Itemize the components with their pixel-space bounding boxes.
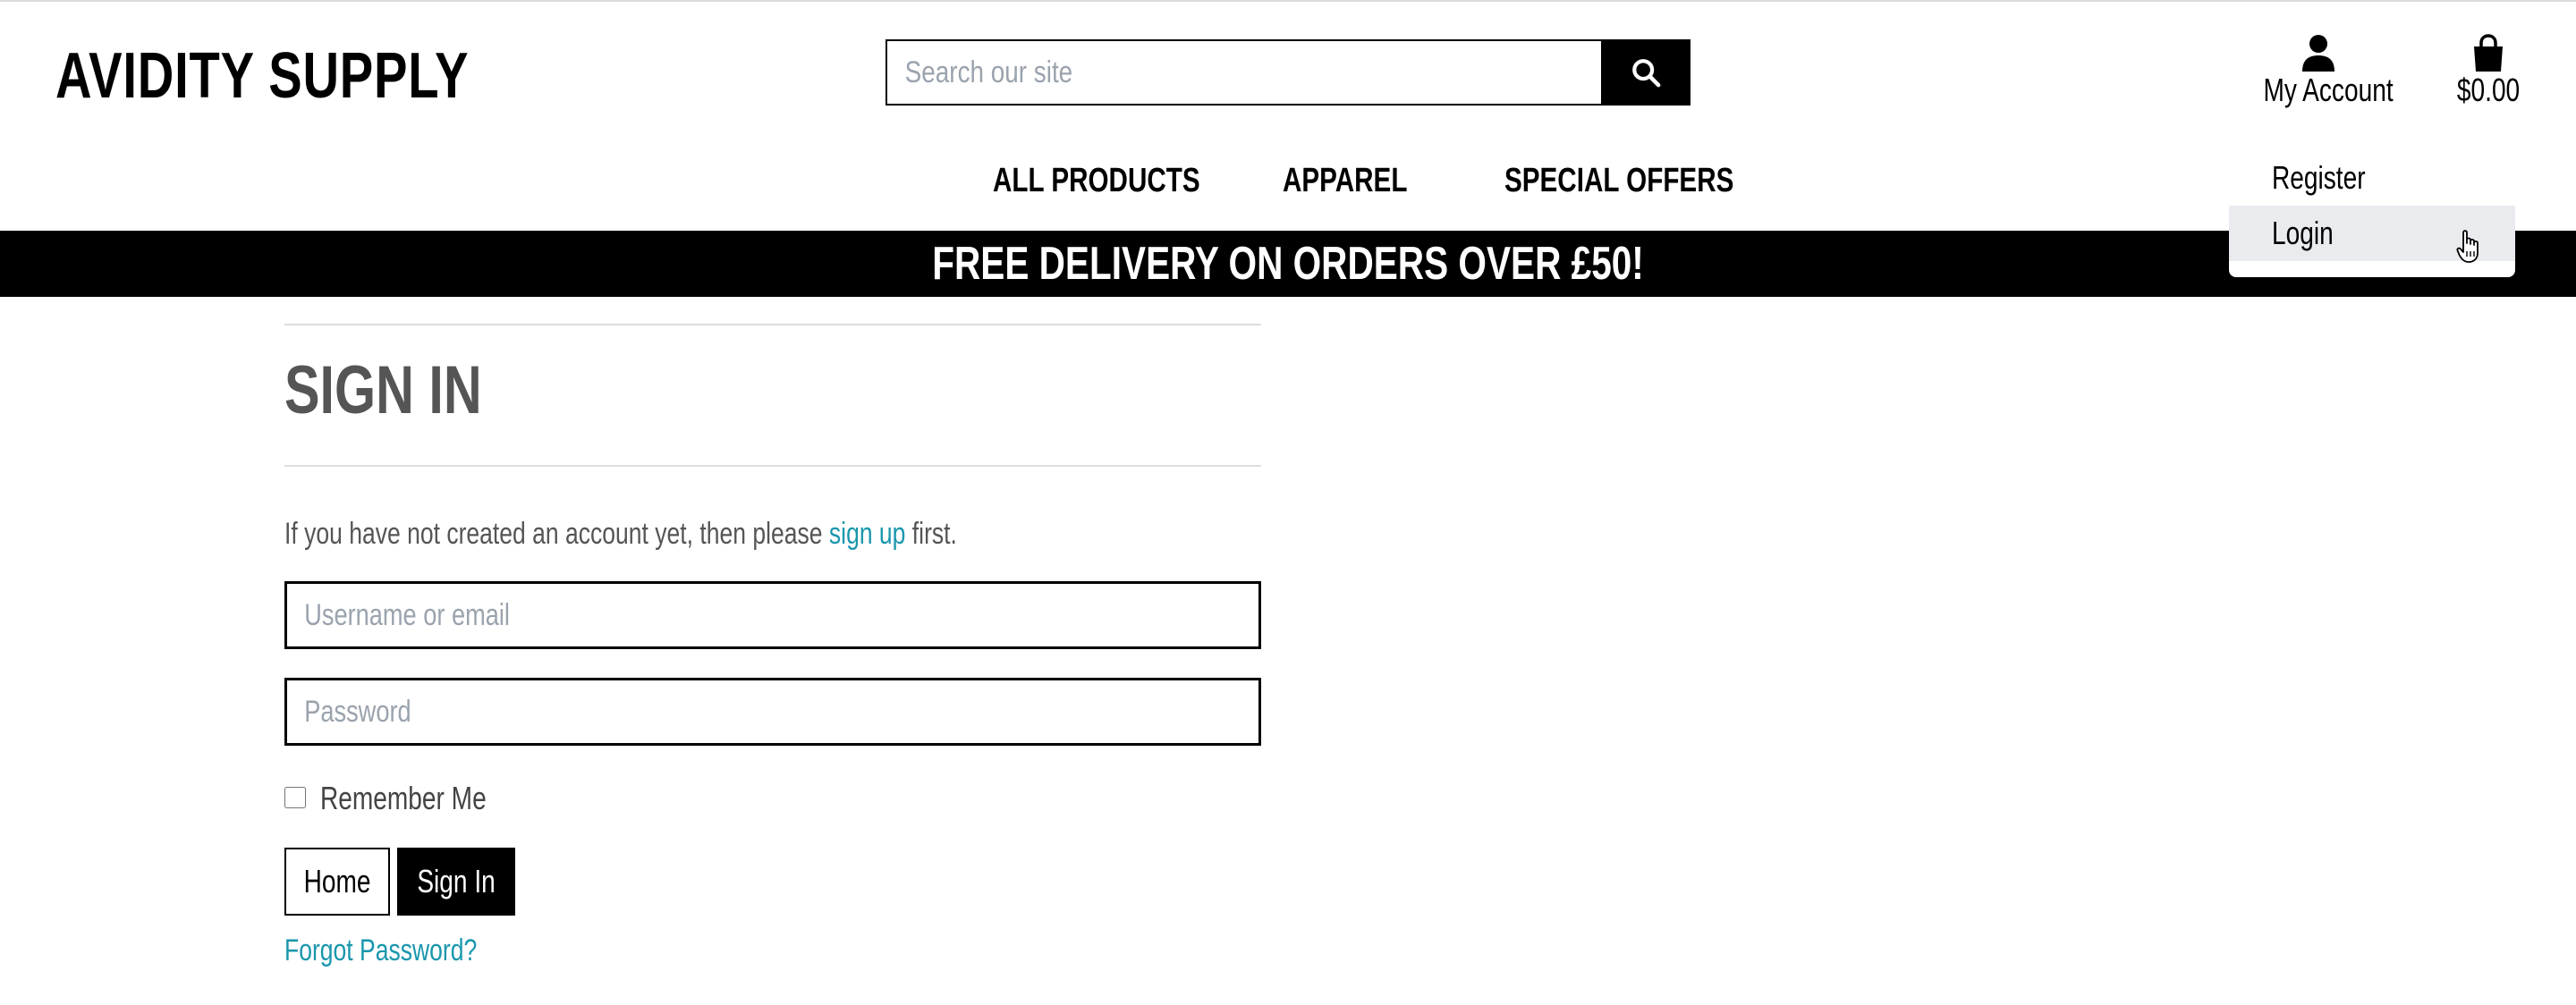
remember-me-checkbox[interactable] xyxy=(284,787,306,808)
signup-prompt-end: first. xyxy=(911,517,957,551)
cart-total: $0.00 xyxy=(2456,72,2521,108)
sign-up-link[interactable]: sign up xyxy=(829,517,906,551)
username-input[interactable] xyxy=(287,584,1164,646)
nav-apparel[interactable]: APPAREL xyxy=(1283,159,1443,202)
forgot-password-link[interactable]: Forgot Password? xyxy=(284,930,531,971)
sign-in-button[interactable]: Sign In xyxy=(397,848,515,916)
user-icon xyxy=(2302,35,2334,72)
search-icon xyxy=(1632,59,1661,88)
page-title: SIGN IN xyxy=(284,352,482,428)
menu-item-register[interactable]: Register xyxy=(2229,150,2515,206)
nav-all-products[interactable]: ALL PRODUCTS xyxy=(993,159,1258,202)
my-account-label: My Account xyxy=(2263,72,2394,108)
site-logo[interactable]: AVIDITY SUPPLY xyxy=(55,36,586,116)
remember-me-row: Remember Me xyxy=(284,780,487,816)
top-border xyxy=(0,0,2576,2)
hand-pointer-icon xyxy=(2456,230,2479,263)
divider xyxy=(284,324,1261,325)
password-field-box xyxy=(284,678,1261,746)
search-button[interactable] xyxy=(1601,39,1690,106)
signup-prompt-text: If you have not created an account yet, … xyxy=(284,517,823,551)
my-account-button[interactable]: My Account xyxy=(2245,34,2394,114)
shopping-bag-icon xyxy=(2474,34,2503,72)
username-field-box xyxy=(284,581,1261,649)
remember-me-label[interactable]: Remember Me xyxy=(320,778,533,819)
search-input[interactable] xyxy=(887,41,1462,104)
promo-banner: FREE DELIVERY ON ORDERS OVER £50! xyxy=(0,231,2576,297)
password-input[interactable] xyxy=(287,680,1164,743)
home-button[interactable]: Home xyxy=(284,848,390,916)
divider xyxy=(284,465,1261,467)
search-box xyxy=(886,39,1603,106)
nav-special-offers[interactable]: SPECIAL OFFERS xyxy=(1504,159,1799,202)
cart-button[interactable]: $0.00 xyxy=(2438,34,2538,114)
signup-prompt: If you have not created an account yet, … xyxy=(284,513,1147,554)
